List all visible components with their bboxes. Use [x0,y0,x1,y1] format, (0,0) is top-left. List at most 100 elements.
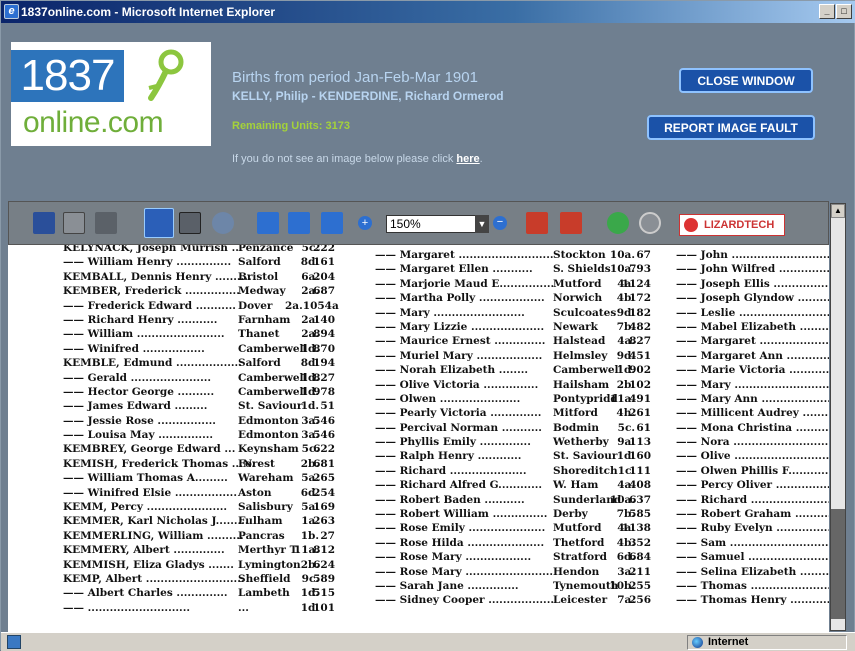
entry-district: Farnham [238,313,291,326]
notice-suffix: . [479,153,483,165]
entry-name: KEMMER, Karl Nicholas J......... [63,515,249,528]
entry-page: 515 [313,587,335,600]
entry-page: 546 [313,429,335,442]
chevron-down-icon[interactable]: ▼ [475,215,489,233]
entry-district: Lambeth [238,587,290,600]
index-entry: —— Mary .............................. [676,378,829,391]
entry-page: 169 [313,501,335,514]
entry-district: Sheffield [238,572,291,585]
lizardtech-text: LIZARDTECH [704,219,775,231]
entry-name: —— Richard Alfred G............ [375,479,543,492]
index-entry: —— Nora .............................. [676,436,829,449]
entry-page: 172 [629,292,651,305]
entry-name: —— Muriel Mary .................. [375,349,543,362]
rotate-right-icon[interactable] [560,212,582,234]
index-entry: KEMBREY, George Edward ... Keynsham 5c. 622 [63,442,335,456]
index-entry: —— William ........................ Thane… [63,327,335,341]
index-entry: —— Rose Hilda ..................... Thetf… [375,536,665,550]
entry-district: Bristol [238,270,279,283]
entry-page: 254 [313,486,335,499]
index-entry: KEMMERY, Albert .............. Merthyr T.… [63,543,335,557]
entry-district: Forest [238,457,275,470]
entry-name: KEMBREY, George Edward ... [63,443,236,456]
entry-district: Stockton [553,249,606,261]
logo-number: 1837 [11,50,124,102]
scroll-thumb[interactable] [831,509,845,619]
entry-page: 111 [629,464,651,477]
entry-district: Hendon [553,565,600,578]
entry-name: —— William Thomas A......... [63,472,228,485]
notice-prefix: If you do not see an image below please … [232,153,457,165]
index-entry: —— Robert Baden ........... Sunderland 10a… [375,493,665,507]
globe-icon [692,637,703,648]
entry-district: Salford [238,357,281,370]
entry-name: —— Olive Victoria ............... [375,378,539,391]
entry-name: KEMMISH, Eliza Gladys ....... [63,558,234,571]
page-last-icon[interactable] [321,212,343,234]
index-entry: —— Sam ................................. [676,536,829,549]
binoculars-icon[interactable] [95,212,117,234]
site-logo[interactable]: 1837 online.com [11,42,211,146]
entry-volume: 2a.1054a [285,299,339,312]
zoom-select[interactable]: 150% [386,215,476,233]
entry-district: Fulham [238,515,283,528]
entry-page: 263 [313,515,335,528]
vertical-scrollbar[interactable]: ▲ [830,203,846,631]
index-entry: —— Muriel Mary .................. Helmsle… [375,349,665,363]
save-icon[interactable] [33,212,55,234]
index-entry: —— Sidney Cooper .................. Leice… [375,593,665,607]
minimize-button[interactable]: _ [819,4,835,19]
index-entry: KEMM, Percy ...................... Salisb… [63,500,335,514]
index-entry: —— Hector George .......... Camberwell 1d.… [63,385,335,399]
print-icon[interactable] [63,212,85,234]
entry-page: 902 [629,364,651,377]
entry-name: —— Margaret Ellen ........... [375,263,533,276]
register-image[interactable]: KELYNACK, Joseph Murrish ... Penzance 5c. 2… [8,245,829,632]
hand-icon[interactable] [144,208,174,238]
entry-page: 194 [313,357,335,370]
entry-page: 589 [313,572,335,585]
entry-page: 978 [313,385,335,398]
entry-page: 827 [313,371,335,384]
page-first-icon[interactable] [257,212,279,234]
entry-name: —— Rose Emily ..................... [375,522,546,535]
zoom-icon[interactable] [212,212,234,234]
scroll-up-icon[interactable]: ▲ [831,204,845,218]
ie-icon: e [4,4,19,19]
entry-page: 67 [636,249,651,261]
entry-name: —— Marjorie Maud E............... [375,277,555,290]
text-select-icon[interactable] [179,212,201,234]
rotate-left-icon[interactable] [526,212,548,234]
entry-page: 637 [629,493,651,506]
entry-name: —— Richard ..................... [375,464,527,477]
entry-district: Mutford [553,277,602,290]
entry-name: —— Winifred ................. [63,342,205,355]
zoom-out-icon[interactable]: − [493,216,507,230]
go-icon[interactable] [607,212,629,234]
lizardtech-logo[interactable]: LIZARDTECH [679,214,785,236]
close-window-button[interactable]: CLOSE WINDOW [679,68,813,93]
entry-name: —— Winifred Elsie ................. [63,486,237,499]
here-link[interactable]: here [456,153,479,165]
index-entry: KEMBER, Frederick ............... Medway 2… [63,284,335,298]
report-image-fault-button[interactable]: REPORT IMAGE FAULT [647,115,815,140]
index-entry: —— Selina Elizabeth .......... [676,565,829,578]
entry-name: —— Louisa May ............... [63,429,214,442]
maximize-button[interactable]: □ [836,4,852,19]
entry-name: —— Rose Mary .................. [375,551,532,564]
entry-page: 182 [629,306,651,319]
entry-name: —— Hector George .......... [63,385,215,398]
entry-name: —— James Edward ......... [63,400,208,413]
entry-district: Mutford [553,522,602,535]
index-entry: —— Louisa May ............... Edmonton 3a.… [63,428,335,442]
index-entry: —— Jessie Rose ................ Edmonton 3… [63,414,335,428]
entry-district: Thanet [238,328,280,341]
entry-name: —— Pearly Victoria .............. [375,407,542,420]
index-entry: —— Frederick Edward ........... Dover 2a.1… [63,299,339,313]
page-fit-icon[interactable] [288,212,310,234]
browser-window: e 1837online.com - Microsoft Internet Ex… [0,0,855,651]
title-bar: e 1837online.com - Microsoft Internet Ex… [1,1,855,23]
stop-icon[interactable] [639,212,661,234]
zoom-in-icon[interactable]: + [358,216,372,230]
entry-page: 161 [313,256,335,269]
